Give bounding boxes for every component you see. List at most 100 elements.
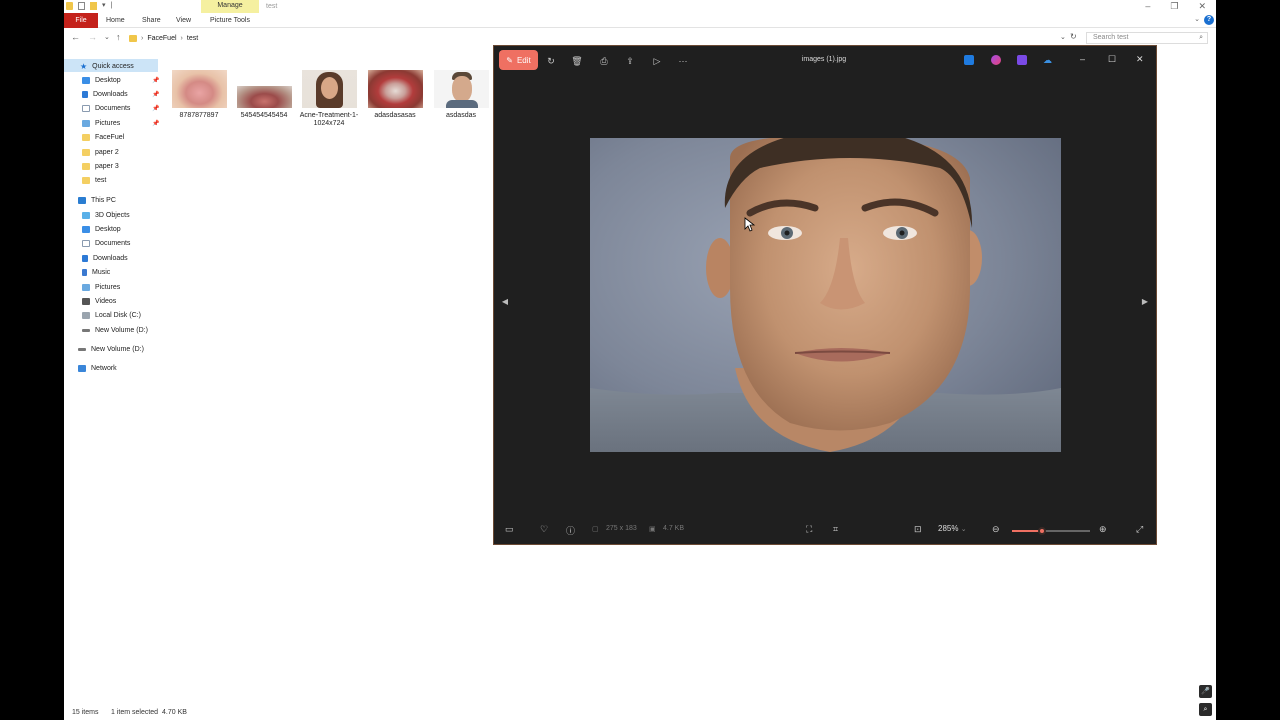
tab-home[interactable]: Home: [106, 13, 125, 28]
dimensions-icon: ▢: [592, 526, 599, 533]
customize-toolbar-icon[interactable]: ▾: [102, 2, 106, 10]
up-arrow-icon[interactable]: ↑: [116, 32, 121, 42]
sidebar-item-documents[interactable]: Documents: [82, 238, 130, 250]
tab-picture-tools[interactable]: Picture Tools: [210, 13, 250, 28]
sidebar-item-label: paper 3: [95, 162, 119, 170]
new-folder-icon[interactable]: [90, 2, 97, 10]
manage-context-tab[interactable]: Manage: [201, 0, 259, 13]
visual-search-icon[interactable]: ⛶: [806, 524, 812, 535]
clipchamp-icon[interactable]: [1017, 55, 1027, 65]
text-scan-icon[interactable]: ⌗: [833, 524, 838, 535]
tab-file[interactable]: File: [64, 13, 98, 28]
sidebar-item-paper-3[interactable]: paper 3: [82, 160, 119, 172]
pencil-icon: ✎: [506, 55, 513, 65]
file-item[interactable]: 8787877897: [169, 70, 229, 120]
close-icon[interactable]: ✕: [1198, 1, 1206, 12]
share-icon[interactable]: ⇪: [623, 54, 637, 68]
zoom-in-icon[interactable]: ⊕: [1099, 524, 1107, 535]
ribbon-tabs: File Home Share View Picture Tools ⌄ ?: [64, 13, 1216, 28]
sidebar-item-pictures[interactable]: Pictures: [82, 281, 120, 293]
refresh-icon[interactable]: ↻: [1070, 32, 1077, 41]
file-item[interactable]: Acne-Treatment-1-1024x724: [299, 70, 359, 128]
breadcrumb-test[interactable]: test: [187, 35, 198, 42]
properties-icon[interactable]: [78, 2, 85, 10]
sidebar-item-network[interactable]: Network: [78, 362, 117, 374]
full-screen-icon[interactable]: ⤢: [1136, 524, 1143, 535]
slideshow-icon[interactable]: ▷: [650, 54, 664, 68]
sidebar-item-label: Documents: [95, 105, 131, 113]
microphone-icon[interactable]: 🎤: [1199, 685, 1212, 698]
sidebar-item-quick-access[interactable]: ★ Quick access: [80, 60, 134, 72]
file-item[interactable]: 545454545454: [234, 70, 294, 120]
sidebar-item-documents[interactable]: Documents 📌: [82, 103, 159, 115]
expand-ribbon-icon[interactable]: ⌄: [1194, 15, 1200, 23]
zoom-slider[interactable]: [1012, 527, 1090, 535]
sidebar-item-label: Pictures: [95, 119, 121, 127]
sidebar-item-desktop[interactable]: Desktop 📌: [82, 74, 159, 86]
zoom-out-icon[interactable]: ⊖: [992, 524, 1000, 535]
sidebar-item-paper-2[interactable]: paper 2: [82, 146, 119, 158]
sidebar-item-music[interactable]: Music: [82, 267, 110, 279]
sidebar-item-videos[interactable]: Videos: [82, 295, 116, 307]
folder-icon: [129, 34, 137, 42]
more-options-icon[interactable]: ···: [676, 54, 690, 68]
sidebar-item-3d-objects[interactable]: 3D Objects: [82, 209, 130, 221]
fit-to-window-icon[interactable]: ⊡: [914, 524, 922, 535]
tab-view[interactable]: View: [176, 13, 191, 28]
sidebar-item-downloads[interactable]: Downloads 📌: [82, 88, 159, 100]
file-item[interactable]: asdasdas: [431, 70, 491, 120]
creative-app-icon[interactable]: [991, 55, 1001, 65]
sidebar-item-pictures[interactable]: Pictures 📌: [82, 117, 159, 129]
sidebar-item-label: Desktop: [95, 76, 121, 84]
sidebar-item-downloads[interactable]: Downloads: [82, 252, 128, 264]
sidebar-item-facefuel[interactable]: FaceFuel: [82, 132, 124, 144]
help-icon[interactable]: ?: [1204, 15, 1214, 25]
forward-arrow-icon[interactable]: →: [88, 32, 97, 42]
restore-icon[interactable]: ❐: [1170, 1, 1178, 12]
pin-icon: 📌: [152, 106, 160, 113]
delete-icon[interactable]: 🗑: [570, 54, 584, 68]
sidebar-item-desktop[interactable]: Desktop: [82, 223, 121, 235]
onedrive-icon[interactable]: ☁: [1043, 55, 1053, 65]
edit-button[interactable]: ✎ Edit: [499, 50, 538, 70]
sidebar-item-label: Videos: [95, 297, 117, 305]
print-icon[interactable]: ⎙: [597, 54, 611, 68]
editor-app-icon[interactable]: [964, 55, 974, 65]
next-image-icon[interactable]: ▶: [1140, 292, 1150, 312]
sidebar-item-new-volume[interactable]: New Volume (D:): [78, 343, 144, 355]
sidebar-item-local-disk-c[interactable]: Local Disk (C:): [82, 310, 141, 322]
desktop-screen: ▾ | Manage test – ❐ ✕ File Home Share Vi…: [0, 0, 1280, 720]
breadcrumb-facefuel[interactable]: FaceFuel: [147, 35, 176, 42]
sidebar-item-label: New Volume (D:): [91, 345, 144, 353]
rotate-icon[interactable]: ↻: [544, 54, 558, 68]
sidebar-item-label: Pictures: [95, 283, 121, 291]
back-arrow-icon[interactable]: ←: [71, 32, 80, 42]
search-assist-icon[interactable]: ⌕: [1199, 703, 1212, 716]
sidebar-item-label: Downloads: [93, 90, 128, 98]
minimize-icon[interactable]: –: [1145, 1, 1150, 12]
file-item[interactable]: adasdasasas: [365, 70, 425, 120]
favorite-heart-icon[interactable]: ♡: [540, 524, 548, 535]
filmstrip-icon[interactable]: ▭: [505, 524, 514, 535]
minimize-icon[interactable]: –: [1080, 54, 1085, 64]
previous-image-icon[interactable]: ◀: [500, 292, 510, 312]
sidebar-item-this-pc[interactable]: This PC: [78, 194, 116, 206]
sidebar-item-label: Network: [91, 364, 117, 372]
pictures-icon: [82, 283, 90, 291]
recent-dropdown-icon[interactable]: ⌄: [104, 33, 110, 41]
sidebar-item-test[interactable]: test: [82, 175, 106, 187]
address-dropdown-icon[interactable]: ⌄: [1060, 33, 1066, 41]
image-dimensions: 275 x 183: [606, 525, 637, 532]
zoom-slider-handle[interactable]: [1037, 527, 1046, 535]
info-icon[interactable]: ⓘ: [566, 524, 575, 537]
sidebar-item-new-volume-d[interactable]: New Volume (D:): [82, 324, 148, 336]
close-icon[interactable]: ✕: [1136, 54, 1144, 65]
address-path[interactable]: › FaceFuel › test: [129, 32, 1074, 44]
displayed-photo[interactable]: [590, 138, 1061, 452]
tongue-thumbnail: [171, 70, 227, 108]
search-input[interactable]: Search test ⌕: [1086, 32, 1208, 44]
tab-share[interactable]: Share: [142, 13, 161, 28]
zoom-level-dropdown[interactable]: 285% ⌄: [938, 524, 967, 533]
download-icon: [82, 254, 88, 262]
maximize-icon[interactable]: ☐: [1108, 54, 1116, 65]
